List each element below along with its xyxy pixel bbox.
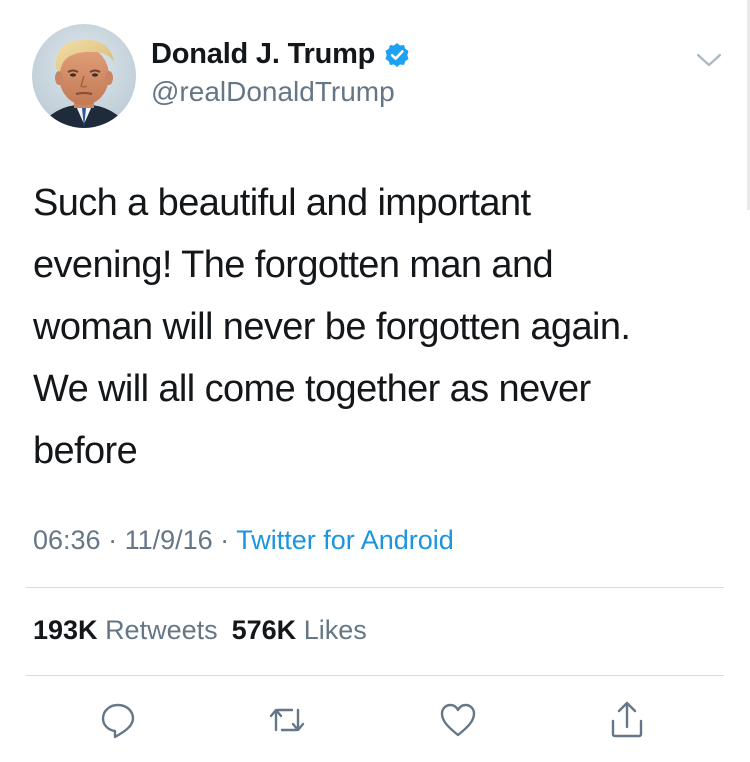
tweet-meta: 06:36 · 11/9/16 · Twitter for Android	[33, 525, 454, 556]
retweets-label: Retweets	[105, 615, 218, 645]
tweet-date[interactable]: 11/9/16	[125, 525, 213, 555]
likes-label: Likes	[303, 615, 367, 645]
display-name[interactable]: Donald J. Trump	[151, 38, 375, 71]
retweet-icon[interactable]	[267, 700, 307, 740]
user-handle[interactable]: @realDonaldTrump	[151, 76, 395, 108]
engagement-stats: 193K Retweets 576K Likes	[33, 615, 367, 646]
tweet-time: 06:36	[33, 525, 101, 555]
meta-separator: ·	[100, 525, 125, 555]
divider	[26, 675, 724, 676]
retweets-count: 193K	[33, 615, 98, 645]
reply-icon[interactable]	[98, 700, 138, 740]
verified-badge-icon	[384, 42, 410, 68]
chevron-down-icon[interactable]	[695, 48, 723, 72]
tweet-card: Donald J. Trump @realDonaldTrump Such a …	[0, 0, 750, 762]
like-icon[interactable]	[438, 700, 478, 740]
retweets-stat[interactable]: 193K Retweets	[33, 615, 218, 645]
divider	[26, 587, 724, 588]
avatar[interactable]	[32, 24, 136, 128]
meta-separator: ·	[212, 525, 237, 555]
likes-count: 576K	[231, 615, 297, 645]
share-icon[interactable]	[607, 700, 647, 740]
tweet-text: Such a beautiful and important evening! …	[33, 182, 631, 472]
likes-stat[interactable]: 576K Likes	[232, 615, 367, 645]
author-name-row: Donald J. Trump	[151, 38, 410, 71]
avatar-image	[32, 24, 136, 128]
tweet-source-link[interactable]: Twitter for Android	[236, 525, 454, 555]
